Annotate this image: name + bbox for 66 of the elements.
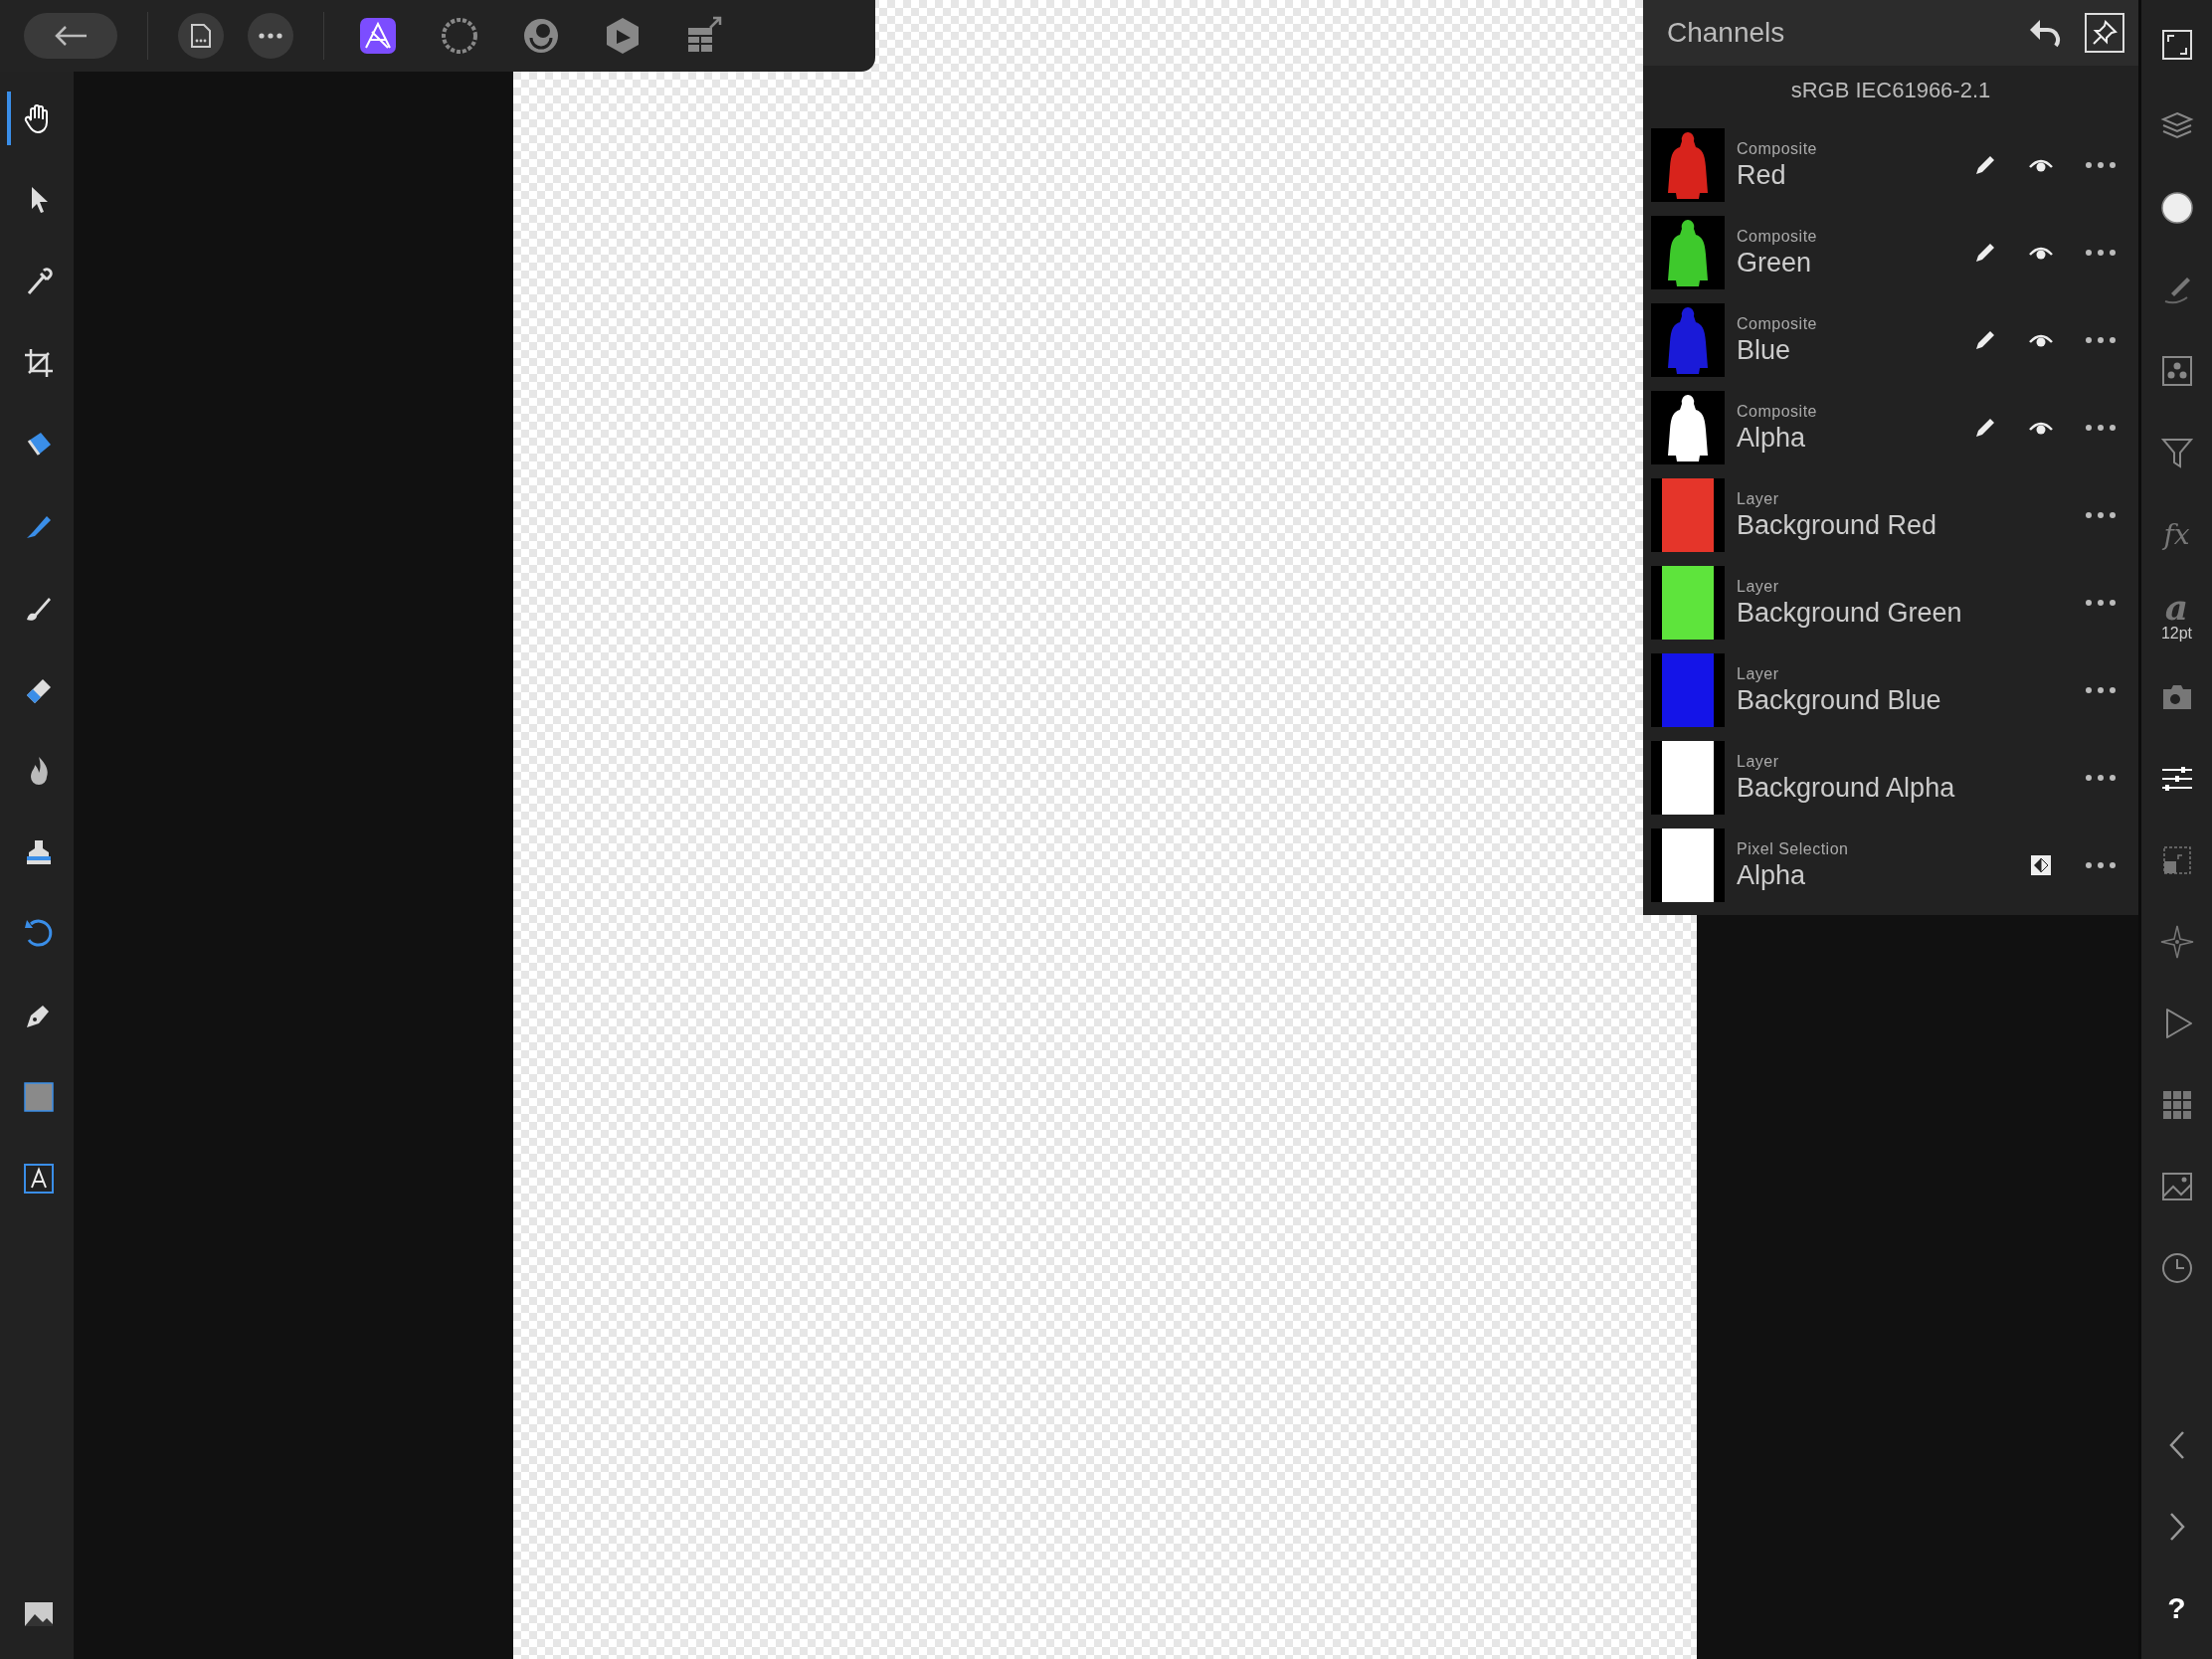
help-button[interactable]: ? [2146,1577,2207,1639]
photo-persona-icon [358,16,398,56]
channel-name: Background Blue [1737,684,1942,716]
channel-name: Alpha [1737,422,1807,454]
channel-name: Green [1737,247,1813,278]
ellipsis-icon [2085,161,2117,169]
channel-row[interactable]: Composite Red [1643,121,2138,209]
text-icon [21,1161,57,1197]
channel-name: Blue [1737,334,1792,366]
eye-icon [2028,420,2054,436]
ellipsis-icon [2085,686,2117,694]
channel-row[interactable]: Layer Background Blue [1643,646,2138,734]
channel-type: Layer [1737,664,1780,683]
channel-name: Red [1737,159,1787,191]
channel-type: Layer [1737,577,1780,596]
ellipsis-icon [2085,861,2117,869]
channel-row[interactable]: Layer Background Alpha [1643,734,2138,822]
channel-row[interactable]: Composite Alpha [1643,384,2138,471]
channel-row[interactable]: Layer Background Red [1643,471,2138,559]
ellipsis-icon [2085,511,2117,519]
pencil-icon [1974,242,1996,264]
ellipsis-icon [2085,774,2117,782]
channel-type: Layer [1737,752,1780,771]
channel-type: Composite [1737,402,1818,421]
invert-icon [2030,854,2052,876]
eye-icon [2028,157,2054,173]
pin-icon [2092,20,2118,46]
channel-name: Background Green [1737,597,1963,629]
pin-button[interactable] [2085,13,2124,53]
more-button[interactable] [248,13,293,59]
channel-row[interactable]: Composite Blue [1643,296,2138,384]
liquify-persona-icon [440,16,479,56]
channel-type: Layer [1737,489,1780,508]
shape-icon [21,1079,57,1115]
ellipsis-icon [2085,424,2117,432]
pencil-icon [1974,154,1996,176]
channel-type: Composite [1737,139,1818,158]
document-icon [190,23,212,49]
ellipsis-icon [259,33,282,39]
eye-icon [2028,245,2054,261]
channel-name: Background Red [1737,509,1938,541]
channel-type: Composite [1737,227,1818,246]
channel-row[interactable]: Layer Background Green [1643,559,2138,646]
ellipsis-icon [2085,249,2117,257]
back-button[interactable] [24,13,117,59]
navigator-icon [2158,924,2195,960]
textstyle-studio-button[interactable]: a 12pt [2146,585,2207,646]
color-icon [2158,190,2195,226]
channel-name: Alpha [1737,859,1807,891]
color-profile-label: sRGB IEC61966-2.1 [1789,77,1992,104]
ellipsis-icon [2085,336,2117,344]
channel-row[interactable]: Composite Green [1643,209,2138,296]
fx-studio-button[interactable]: fx [2146,503,2207,565]
back-arrow-icon [53,24,89,48]
panel-title: Channels [1667,17,1786,49]
develop-persona-icon [521,16,561,56]
eye-icon [2028,332,2054,348]
pencil-icon [1974,329,1996,351]
undo-icon [2028,18,2062,48]
channel-type: Composite [1737,314,1818,333]
channel-name: Background Alpha [1737,772,1956,804]
document-button[interactable] [178,13,224,59]
channel-row[interactable]: Pixel Selection Alpha [1643,822,2138,909]
channel-type: Pixel Selection [1737,839,1850,858]
pencil-icon [1974,417,1996,439]
ellipsis-icon [2085,599,2117,607]
